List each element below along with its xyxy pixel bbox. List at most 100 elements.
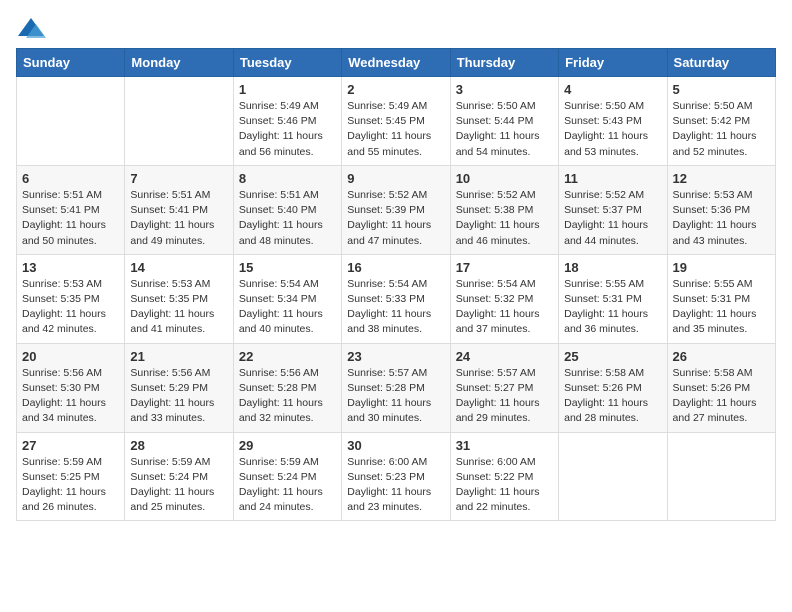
calendar-cell: 31 Sunrise: 6:00 AMSunset: 5:22 PMDayligh… [450,432,558,521]
calendar-cell: 3 Sunrise: 5:50 AMSunset: 5:44 PMDaylight… [450,77,558,166]
calendar-cell: 22 Sunrise: 5:56 AMSunset: 5:28 PMDayligh… [233,343,341,432]
day-info: Sunrise: 5:56 AMSunset: 5:28 PMDaylight:… [239,366,336,427]
calendar-cell [667,432,775,521]
day-number: 15 [239,260,336,275]
day-number: 2 [347,82,444,97]
calendar-cell: 7 Sunrise: 5:51 AMSunset: 5:41 PMDaylight… [125,165,233,254]
calendar-cell: 21 Sunrise: 5:56 AMSunset: 5:29 PMDayligh… [125,343,233,432]
calendar-cell: 1 Sunrise: 5:49 AMSunset: 5:46 PMDaylight… [233,77,341,166]
day-info: Sunrise: 5:55 AMSunset: 5:31 PMDaylight:… [673,277,770,338]
calendar-cell: 16 Sunrise: 5:54 AMSunset: 5:33 PMDayligh… [342,254,450,343]
calendar-cell: 8Sunrise: 5:51 AMSunset: 5:40 PMDaylight… [233,165,341,254]
day-number: 24 [456,349,553,364]
calendar-cell: 28Sunrise: 5:59 AMSunset: 5:24 PMDayligh… [125,432,233,521]
day-info: Sunrise: 5:52 AMSunset: 5:38 PMDaylight:… [456,188,553,249]
day-number: 20 [22,349,119,364]
day-number: 25 [564,349,661,364]
calendar-cell: 11 Sunrise: 5:52 AMSunset: 5:37 PMDayligh… [559,165,667,254]
day-info: Sunrise: 5:56 AMSunset: 5:30 PMDaylight:… [22,366,119,427]
day-info: Sunrise: 5:51 AMSunset: 5:41 PMDaylight:… [22,188,119,249]
calendar-cell: 15Sunrise: 5:54 AMSunset: 5:34 PMDayligh… [233,254,341,343]
day-number: 9 [347,171,444,186]
day-info: Sunrise: 5:58 AMSunset: 5:26 PMDaylight:… [564,366,661,427]
calendar-cell: 25 Sunrise: 5:58 AMSunset: 5:26 PMDayligh… [559,343,667,432]
day-number: 16 [347,260,444,275]
calendar-cell [559,432,667,521]
dow-header-thursday: Thursday [450,49,558,77]
day-info: Sunrise: 5:49 AMSunset: 5:45 PMDaylight:… [347,99,444,160]
day-number: 14 [130,260,227,275]
calendar-cell: 18 Sunrise: 5:55 AMSunset: 5:31 PMDayligh… [559,254,667,343]
calendar-cell: 9 Sunrise: 5:52 AMSunset: 5:39 PMDaylight… [342,165,450,254]
dow-header-friday: Friday [559,49,667,77]
day-number: 8 [239,171,336,186]
day-number: 27 [22,438,119,453]
day-info: Sunrise: 5:53 AMSunset: 5:35 PMDaylight:… [130,277,227,338]
calendar-cell: 27 Sunrise: 5:59 AMSunset: 5:25 PMDayligh… [17,432,125,521]
day-number: 1 [239,82,336,97]
logo [16,16,50,40]
day-info: Sunrise: 5:54 AMSunset: 5:32 PMDaylight:… [456,277,553,338]
day-number: 3 [456,82,553,97]
day-info: Sunrise: 5:54 AMSunset: 5:33 PMDaylight:… [347,277,444,338]
day-number: 11 [564,171,661,186]
calendar-cell: 4 Sunrise: 5:50 AMSunset: 5:43 PMDaylight… [559,77,667,166]
calendar-cell: 24 Sunrise: 5:57 AMSunset: 5:27 PMDayligh… [450,343,558,432]
calendar-cell: 19 Sunrise: 5:55 AMSunset: 5:31 PMDayligh… [667,254,775,343]
calendar-cell: 23Sunrise: 5:57 AMSunset: 5:28 PMDayligh… [342,343,450,432]
dow-header-tuesday: Tuesday [233,49,341,77]
day-number: 23 [347,349,444,364]
calendar-cell: 20 Sunrise: 5:56 AMSunset: 5:30 PMDayligh… [17,343,125,432]
day-info: Sunrise: 5:53 AMSunset: 5:36 PMDaylight:… [673,188,770,249]
day-number: 18 [564,260,661,275]
day-number: 12 [673,171,770,186]
day-number: 17 [456,260,553,275]
day-info: Sunrise: 5:50 AMSunset: 5:44 PMDaylight:… [456,99,553,160]
day-info: Sunrise: 5:53 AMSunset: 5:35 PMDaylight:… [22,277,119,338]
day-number: 22 [239,349,336,364]
day-number: 19 [673,260,770,275]
day-info: Sunrise: 5:49 AMSunset: 5:46 PMDaylight:… [239,99,336,160]
day-number: 31 [456,438,553,453]
day-info: Sunrise: 5:50 AMSunset: 5:43 PMDaylight:… [564,99,661,160]
day-info: Sunrise: 6:00 AMSunset: 5:22 PMDaylight:… [456,455,553,516]
day-number: 7 [130,171,227,186]
calendar-cell [125,77,233,166]
day-info: Sunrise: 5:58 AMSunset: 5:26 PMDaylight:… [673,366,770,427]
calendar-cell: 17 Sunrise: 5:54 AMSunset: 5:32 PMDayligh… [450,254,558,343]
day-number: 26 [673,349,770,364]
calendar-cell: 30 Sunrise: 6:00 AMSunset: 5:23 PMDayligh… [342,432,450,521]
dow-header-wednesday: Wednesday [342,49,450,77]
header [16,16,776,40]
calendar-cell: 26 Sunrise: 5:58 AMSunset: 5:26 PMDayligh… [667,343,775,432]
day-info: Sunrise: 5:51 AMSunset: 5:41 PMDaylight:… [130,188,227,249]
day-info: Sunrise: 5:56 AMSunset: 5:29 PMDaylight:… [130,366,227,427]
day-number: 6 [22,171,119,186]
day-number: 10 [456,171,553,186]
day-info: Sunrise: 5:57 AMSunset: 5:27 PMDaylight:… [456,366,553,427]
day-number: 21 [130,349,227,364]
day-info: Sunrise: 5:50 AMSunset: 5:42 PMDaylight:… [673,99,770,160]
day-number: 13 [22,260,119,275]
calendar-cell: 14 Sunrise: 5:53 AMSunset: 5:35 PMDayligh… [125,254,233,343]
calendar-cell: 12 Sunrise: 5:53 AMSunset: 5:36 PMDayligh… [667,165,775,254]
calendar-cell: 10 Sunrise: 5:52 AMSunset: 5:38 PMDayligh… [450,165,558,254]
day-info: Sunrise: 6:00 AMSunset: 5:23 PMDaylight:… [347,455,444,516]
day-info: Sunrise: 5:59 AMSunset: 5:25 PMDaylight:… [22,455,119,516]
calendar-cell: 2 Sunrise: 5:49 AMSunset: 5:45 PMDaylight… [342,77,450,166]
day-info: Sunrise: 5:59 AMSunset: 5:24 PMDaylight:… [239,455,336,516]
day-number: 4 [564,82,661,97]
day-number: 30 [347,438,444,453]
calendar-cell: 13 Sunrise: 5:53 AMSunset: 5:35 PMDayligh… [17,254,125,343]
day-info: Sunrise: 5:52 AMSunset: 5:39 PMDaylight:… [347,188,444,249]
calendar-table: SundayMondayTuesdayWednesdayThursdayFrid… [16,48,776,521]
dow-header-sunday: Sunday [17,49,125,77]
day-number: 29 [239,438,336,453]
day-number: 5 [673,82,770,97]
day-info: Sunrise: 5:55 AMSunset: 5:31 PMDaylight:… [564,277,661,338]
calendar-cell: 5 Sunrise: 5:50 AMSunset: 5:42 PMDaylight… [667,77,775,166]
calendar-cell: 6 Sunrise: 5:51 AMSunset: 5:41 PMDaylight… [17,165,125,254]
logo-icon [16,16,46,40]
day-info: Sunrise: 5:52 AMSunset: 5:37 PMDaylight:… [564,188,661,249]
dow-header-saturday: Saturday [667,49,775,77]
